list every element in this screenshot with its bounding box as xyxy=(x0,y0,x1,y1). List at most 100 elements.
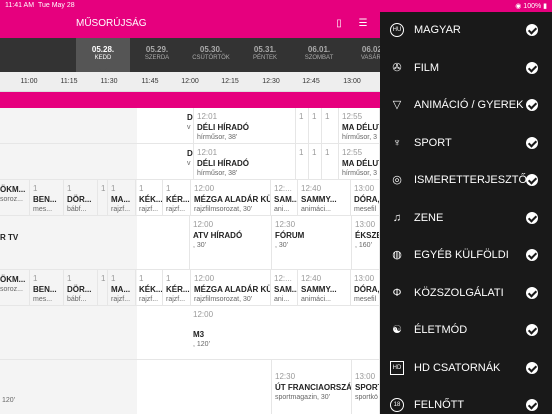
filter-icon[interactable]: ☰ xyxy=(356,17,370,31)
category-label: ISMERETTERJESZTŐ xyxy=(414,174,528,186)
kids-icon: ▽ xyxy=(392,99,402,111)
category-item-hd-csatornak[interactable]: HD HD CSATORNÁK xyxy=(380,350,552,387)
hd-icon: HD xyxy=(390,360,404,375)
programme-cell[interactable]: 1 xyxy=(309,144,322,180)
check-icon[interactable] xyxy=(526,286,538,299)
category-item-eletmod[interactable]: ☯ ÉLETMÓD xyxy=(380,312,552,349)
programme-cell[interactable]: 120' xyxy=(0,360,272,414)
programme-cell[interactable]: 12:00 MÉZGA ALADÁR KÜ... rajzfilmsorozat, … xyxy=(191,180,271,216)
programme-cell[interactable]: 13:00 DÓRA, mesefil xyxy=(351,180,380,216)
programme-cell[interactable]: 13:00 DÓRA, mesefil xyxy=(351,270,380,306)
time-label: 12:45 xyxy=(302,78,320,85)
programme-cell[interactable]: 12:01 DÉLI HÍRADÓ hírműsor, 38' xyxy=(194,108,296,144)
programme-cell[interactable]: Dv xyxy=(186,108,194,144)
programme-cell[interactable]: 1 DÖR... bábf... xyxy=(64,180,98,216)
programme-cell[interactable]: 13:00ÉKSZER, 160' xyxy=(352,216,380,270)
date-tab[interactable]: 05.30. CSÜTÖRTÖK xyxy=(184,38,238,72)
category-label: FELNŐTT xyxy=(414,399,465,411)
programme-cell[interactable]: 12:30 ÚT FRANCIAORSZÁ... sportmagazin, 30' xyxy=(272,360,352,414)
programme-cell[interactable]: 1 DÖR... bábf... xyxy=(64,270,98,306)
app-header: MŰSORÚJSÁG ▯ ☰ xyxy=(0,12,380,38)
programme-cell[interactable]: 1 BEN... mes... xyxy=(30,270,64,306)
channel-row: ÖKM... soroz... 1 BEN... mes... 1 DÖR... bábf… xyxy=(0,180,380,216)
category-label: HD CSATORNÁK xyxy=(414,361,501,374)
check-icon[interactable] xyxy=(526,361,538,374)
time-label: 11:45 xyxy=(141,78,159,85)
check-icon[interactable] xyxy=(526,249,538,261)
programme-cell[interactable]: 1 xyxy=(322,144,339,180)
programme-cell[interactable]: 12:00 M3, 120' xyxy=(190,306,380,360)
programme-cell[interactable]: 1 BEN... mes... xyxy=(30,180,64,216)
category-item-magyar[interactable]: HU MAGYAR xyxy=(380,12,552,49)
public-service-icon: Φ xyxy=(392,286,402,299)
programme-cell[interactable]: 12:01 DÉLI HÍRADÓ hírműsor, 38' xyxy=(194,144,296,180)
check-icon[interactable] xyxy=(526,211,538,224)
date-tab[interactable]: 06.01. SZOMBAT xyxy=(292,38,346,72)
channel-row: Dv 12:01 DÉLI HÍRADÓ hírműsor, 38' 1 1 1 1… xyxy=(0,144,380,180)
programme-cell[interactable]: 1 xyxy=(98,180,108,216)
time-label: 13:00 xyxy=(343,78,361,85)
category-item-egyeb-kulfoldi[interactable]: ◍ EGYÉB KÜLFÖLDI xyxy=(380,237,552,274)
programme-cell[interactable]: 1 xyxy=(98,270,108,306)
programme-cell[interactable]: 1 KÉR... rajzf... xyxy=(163,180,191,216)
channel-row: Dv 12:01 DÉLI HÍRADÓ hírműsor, 38' 1 1 1 1… xyxy=(0,108,380,144)
programme-cell[interactable]: 12:40 SAMMY... animáci... xyxy=(298,180,351,216)
programme-cell[interactable]: 1 xyxy=(322,108,339,144)
time-label: 12:00 xyxy=(181,78,199,85)
programme-cell[interactable]: 1 KÉR... rajzf... xyxy=(163,270,191,306)
date-selector: 05.28. KEDD 05.29. SZERDA 05.30. CSÜTÖRTÖK … xyxy=(0,38,385,72)
date-tab[interactable]: 05.31. PÉNTEK xyxy=(238,38,292,72)
programme-cell[interactable]: ÖKM... soroz... xyxy=(0,270,30,306)
programme-cell[interactable]: 12:55MA DÉLUTÁhírműsor, 3 xyxy=(339,108,380,144)
check-icon[interactable] xyxy=(526,24,538,36)
category-item-animacio[interactable]: ▽ ANIMÁCIÓ / GYEREK xyxy=(380,87,552,124)
programme-cell[interactable]: 1 xyxy=(296,108,309,144)
programme-cell[interactable]: 12:40 SAMMY... animáci... xyxy=(298,270,351,306)
programme-cell[interactable]: 12:... SAM... ani... xyxy=(271,180,298,216)
category-item-kozszolgalati[interactable]: Φ KÖZSZOLGÁLATI xyxy=(380,275,552,312)
programme-cell[interactable]: 1 MA... rajzf... xyxy=(108,270,136,306)
category-item-zene[interactable]: ♫ ZENE xyxy=(380,200,552,237)
category-item-film[interactable]: ✇ FILM xyxy=(380,50,552,87)
channel-header-strip xyxy=(0,92,380,108)
check-icon[interactable] xyxy=(526,399,538,411)
date-tab[interactable]: 05.28. KEDD xyxy=(76,38,130,72)
programme-cell[interactable]: 12:00 ATV HÍRADÓ, 30' xyxy=(190,216,272,270)
programme-cell[interactable]: ÖKM... soroz... xyxy=(0,180,30,216)
programme-cell[interactable]: 12:30 FÓRUM, 30' xyxy=(272,216,352,270)
time-ruler: 11:00 11:15 11:30 11:45 12:00 12:15 12:3… xyxy=(0,72,380,92)
hu-flag-icon: HU xyxy=(390,23,404,37)
check-icon[interactable] xyxy=(526,324,538,336)
yin-yang-icon: ☯ xyxy=(392,324,402,336)
programme-cell[interactable]: Dv xyxy=(186,144,194,180)
trophy-icon: ♆ xyxy=(392,136,402,149)
category-label: EGYÉB KÜLFÖLDI xyxy=(414,249,509,261)
programme-cell[interactable]: 1 KÉK... rajzf... xyxy=(136,180,163,216)
programme-cell[interactable]: 1 MA... rajzf... xyxy=(108,180,136,216)
programme-cell[interactable]: 12:... SAM... ani... xyxy=(271,270,298,306)
time-label: 11:15 xyxy=(60,78,78,85)
programme-cell[interactable]: 1 xyxy=(309,108,322,144)
film-reel-icon: ✇ xyxy=(392,61,402,74)
remote-icon[interactable]: ▯ xyxy=(332,17,346,31)
check-icon[interactable] xyxy=(526,136,538,149)
check-icon[interactable] xyxy=(526,99,538,111)
programme-cell[interactable]: 1 KÉK... rajzf... xyxy=(136,270,163,306)
date-tab[interactable]: 05.29. SZERDA xyxy=(130,38,184,72)
programme-cell[interactable]: 13:00 SPORT sportkö xyxy=(352,360,380,414)
music-note-icon: ♫ xyxy=(392,211,402,224)
programme-cell[interactable]: 12:00 MÉZGA ALADÁR KÜ... rajzfilmsorozat, … xyxy=(191,270,271,306)
globe-icon: ◍ xyxy=(392,249,402,261)
programme-cell[interactable]: 12:55MA DÉLUTÁhírműsor, 3 xyxy=(339,144,380,180)
category-item-ismeretterjeszto[interactable]: ◎ ISMERETTERJESZTŐ xyxy=(380,162,552,199)
category-item-sport[interactable]: ♆ SPORT xyxy=(380,125,552,162)
time-label: 12:30 xyxy=(262,78,280,85)
channel-row: 12:00 M3, 120' xyxy=(0,306,380,360)
category-label: ANIMÁCIÓ / GYEREK xyxy=(414,99,524,111)
programme-cell[interactable]: R TV xyxy=(0,216,190,270)
check-icon[interactable] xyxy=(526,61,538,74)
category-item-felnott[interactable]: 18 FELNŐTT xyxy=(380,387,552,414)
status-time: 11:41 AM Tue May 28 xyxy=(5,2,75,9)
check-icon[interactable] xyxy=(526,174,538,186)
programme-cell[interactable]: 1 xyxy=(296,144,309,180)
